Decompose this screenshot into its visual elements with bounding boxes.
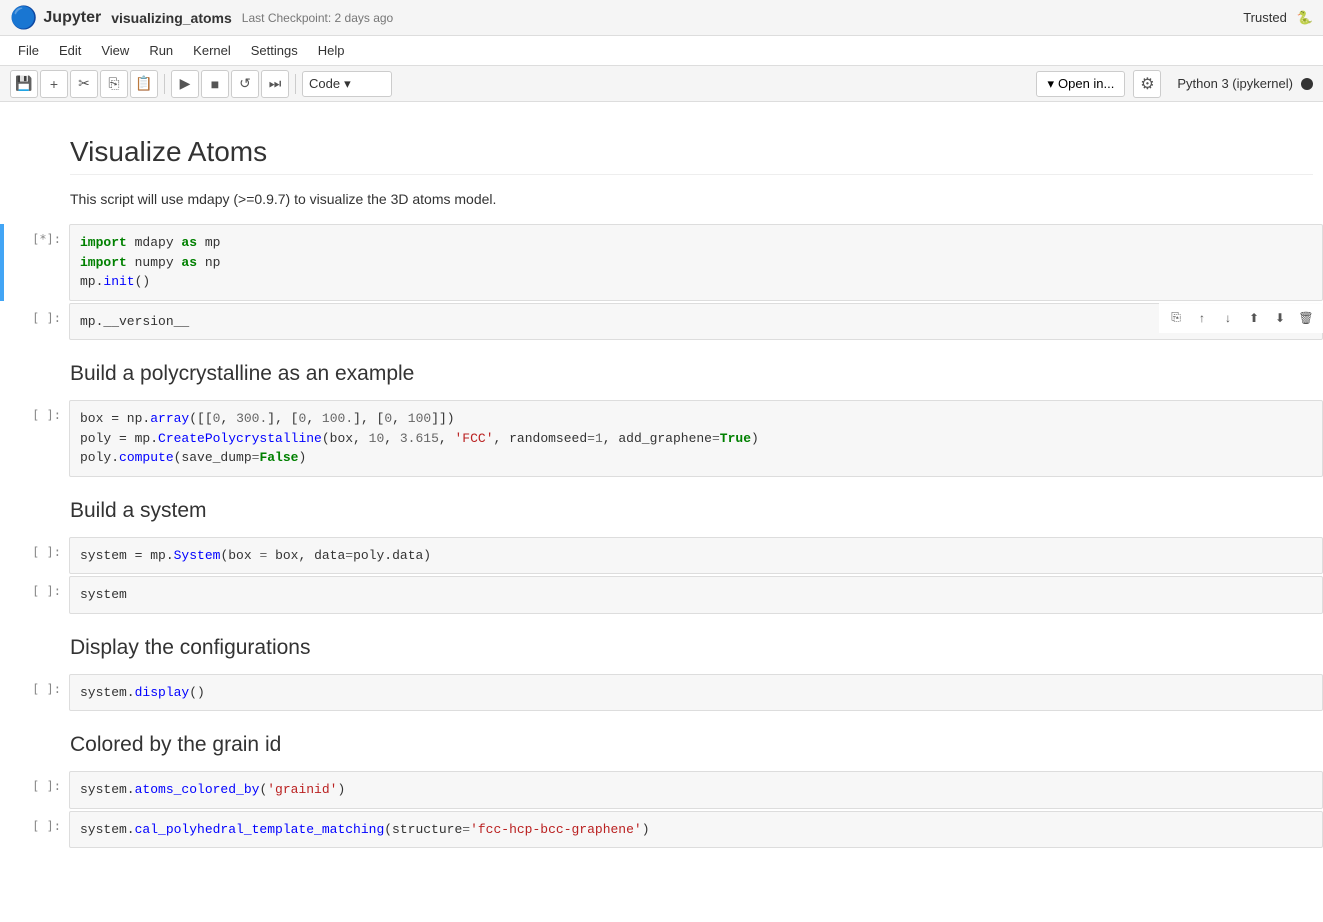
delete-button[interactable]: 🗑 (1295, 307, 1317, 329)
cell-code-11[interactable]: system.atoms_colored_by('grainid') (70, 772, 1322, 808)
toolbar: 💾 + ✂ ⎘ 📋 ▶ ■ ↺ ⏭ Code ▾ ▾ Open in... ⚙ … (0, 66, 1323, 102)
heading-poly-text: Build a polycrystalline as an example (70, 362, 1313, 386)
cell-code-area-12[interactable]: system.cal_polyhedral_template_matching(… (69, 811, 1323, 849)
menu-settings[interactable]: Settings (243, 39, 306, 62)
menu-file[interactable]: File (10, 39, 47, 62)
toolbar-sep-2 (295, 74, 296, 94)
code-cell-12[interactable]: [ ]: system.cal_polyhedral_template_matc… (0, 811, 1323, 849)
menu-run[interactable]: Run (141, 39, 181, 62)
menu-help[interactable]: Help (310, 39, 353, 62)
jupyter-logo: 🔵 Jupyter (10, 5, 101, 31)
notebook-heading: Visualize Atoms (70, 136, 1313, 175)
code-cell-9[interactable]: [ ]: system.display() (0, 674, 1323, 712)
heading-system: Build a system (0, 479, 1323, 535)
cell-code-area-1[interactable]: import mdapy as mp import numpy as np mp… (69, 224, 1323, 301)
cell-code-9[interactable]: system.display() (70, 675, 1322, 711)
heading-display-text: Display the configurations (70, 636, 1313, 660)
open-in-button[interactable]: ▾ Open in... (1036, 71, 1125, 97)
app-name: Jupyter (43, 9, 101, 27)
python-icon: 🐍 (1297, 10, 1313, 26)
stop-button[interactable]: ■ (201, 70, 229, 98)
cell-code-area-7[interactable]: system (69, 576, 1323, 614)
cell-prompt-4: [ ]: (4, 400, 69, 477)
cell-prompt-11: [ ]: (4, 771, 69, 809)
open-in-chevron: ▾ (1047, 76, 1054, 92)
fast-forward-button[interactable]: ⏭ (261, 70, 289, 98)
kernel-status-dot (1301, 78, 1313, 90)
cell-prompt-1: [*]: (4, 224, 69, 301)
settings-icon-button[interactable]: ⚙ (1133, 70, 1161, 98)
code-cell-7[interactable]: [ ]: system (0, 576, 1323, 614)
heading-grain: Colored by the grain id (0, 713, 1323, 769)
cell-code-4[interactable]: box = np.array([[0, 300.], [0, 100.], [0… (70, 401, 1322, 476)
cell-code-12[interactable]: system.cal_polyhedral_template_matching(… (70, 812, 1322, 848)
cell-type-label: Code (309, 76, 340, 91)
insert-above-button[interactable]: ⬆ (1243, 307, 1265, 329)
heading-poly: Build a polycrystalline as an example (0, 342, 1323, 398)
copy-button[interactable]: ⎘ (100, 70, 128, 98)
checkpoint-info: Last Checkpoint: 2 days ago (242, 11, 393, 25)
move-up-button[interactable]: ↑ (1191, 307, 1213, 329)
heading-system-text: Build a system (70, 499, 1313, 523)
cut-button[interactable]: ✂ (70, 70, 98, 98)
cell-code-2[interactable]: mp.__version__ (70, 304, 1322, 340)
menu-view[interactable]: View (93, 39, 137, 62)
save-button[interactable]: 💾 (10, 70, 38, 98)
heading-display: Display the configurations (0, 616, 1323, 672)
cell-actions-2: ⎘ ↑ ↓ ⬆ ⬇ 🗑 (1159, 303, 1323, 333)
menu-edit[interactable]: Edit (51, 39, 89, 62)
cell-code-area-11[interactable]: system.atoms_colored_by('grainid') (69, 771, 1323, 809)
code-cell-11[interactable]: [ ]: system.atoms_colored_by('grainid') (0, 771, 1323, 809)
restart-button[interactable]: ↺ (231, 70, 259, 98)
title-cell: Visualize Atoms This script will use mda… (0, 122, 1323, 222)
kernel-label: Python 3 (ipykernel) (1177, 76, 1293, 91)
cell-code-1[interactable]: import mdapy as mp import numpy as np mp… (70, 225, 1322, 300)
topbar: 🔵 Jupyter visualizing_atoms Last Checkpo… (0, 0, 1323, 36)
run-button[interactable]: ▶ (171, 70, 199, 98)
menubar: File Edit View Run Kernel Settings Help (0, 36, 1323, 66)
copy-cells-button[interactable]: ⎘ (1165, 307, 1187, 329)
notebook-title[interactable]: visualizing_atoms (111, 10, 232, 26)
cell-prompt-9: [ ]: (4, 674, 69, 712)
code-cell-1[interactable]: [*]: import mdapy as mp import numpy as … (0, 224, 1323, 301)
cell-code-7[interactable]: system (70, 577, 1322, 613)
cell-type-chevron: ▾ (344, 76, 351, 92)
move-down-button[interactable]: ↓ (1217, 307, 1239, 329)
paste-button[interactable]: 📋 (130, 70, 158, 98)
topbar-right: Trusted 🐍 (1243, 10, 1313, 26)
code-cell-2[interactable]: [ ]: mp.__version__ ⎘ ↑ ↓ ⬆ ⬇ 🗑 (0, 303, 1323, 341)
insert-below-button[interactable]: ⬇ (1269, 307, 1291, 329)
code-cell-6[interactable]: [ ]: system = mp.System(box = box, data=… (0, 537, 1323, 575)
cell-type-select[interactable]: Code ▾ (302, 71, 392, 97)
add-cell-button[interactable]: + (40, 70, 68, 98)
notebook: Visualize Atoms This script will use mda… (0, 102, 1323, 922)
menu-kernel[interactable]: Kernel (185, 39, 239, 62)
notebook-subtitle: This script will use mdapy (>=0.9.7) to … (70, 189, 1313, 210)
cell-prompt-12: [ ]: (4, 811, 69, 849)
cell-prompt-7: [ ]: (4, 576, 69, 614)
code-cell-4[interactable]: [ ]: box = np.array([[0, 300.], [0, 100.… (0, 400, 1323, 477)
trusted-badge: Trusted (1243, 10, 1287, 25)
open-in-label: Open in... (1058, 76, 1114, 91)
python-badge: 🐍 (1297, 10, 1313, 26)
cell-code-area-9[interactable]: system.display() (69, 674, 1323, 712)
cell-code-6[interactable]: system = mp.System(box = box, data=poly.… (70, 538, 1322, 574)
toolbar-sep-1 (164, 74, 165, 94)
kernel-status-area: Python 3 (ipykernel) (1177, 76, 1313, 91)
heading-grain-text: Colored by the grain id (70, 733, 1313, 757)
cell-code-area-6[interactable]: system = mp.System(box = box, data=poly.… (69, 537, 1323, 575)
cell-code-area-4[interactable]: box = np.array([[0, 300.], [0, 100.], [0… (69, 400, 1323, 477)
cell-prompt-6: [ ]: (4, 537, 69, 575)
cell-code-area-2[interactable]: mp.__version__ (69, 303, 1323, 341)
jupyter-icon: 🔵 (10, 5, 37, 31)
cell-prompt-2: [ ]: (4, 303, 69, 341)
